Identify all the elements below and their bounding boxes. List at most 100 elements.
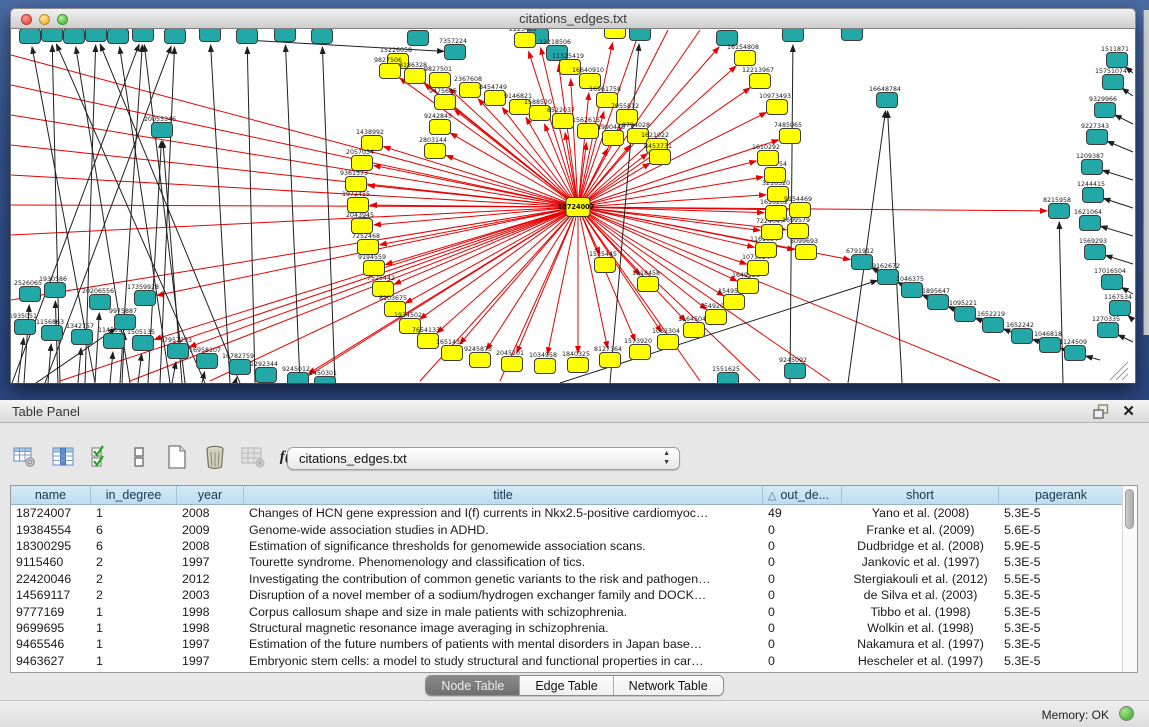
minimize-window-button[interactable] [39,14,50,25]
graph-node[interactable] [256,368,277,383]
zoom-window-button[interactable] [57,14,68,25]
graph-node[interactable] [135,291,156,306]
graph-node[interactable] [152,123,173,138]
graph-node[interactable] [738,279,759,294]
vertical-scrollbar[interactable] [1122,486,1137,672]
graph-node[interactable] [20,29,41,44]
graph-node[interactable] [1103,75,1124,90]
graph-node[interactable] [1065,346,1086,361]
graph-node[interactable] [785,364,806,379]
tab-node-table[interactable]: Node Table [426,676,520,695]
graph-node[interactable] [200,29,221,42]
graph-node[interactable] [1080,216,1101,231]
graph-node[interactable] [650,150,671,165]
graph-node[interactable] [405,69,426,84]
float-panel-icon[interactable] [1093,404,1109,419]
table-mode-icon[interactable] [12,444,38,470]
graph-node[interactable] [230,360,251,375]
graph-node[interactable] [90,295,111,310]
table-row[interactable]: 969969511998Structural magnetic resonanc… [11,620,1137,636]
graph-node[interactable] [767,100,788,115]
close-window-button[interactable] [21,14,32,25]
graph-node[interactable] [758,151,779,166]
graph-node[interactable] [748,261,769,276]
graph-node[interactable] [275,29,296,42]
graph-node[interactable] [756,243,777,258]
graph-node[interactable] [735,51,756,66]
graph-node[interactable] [460,83,481,98]
graph-node[interactable] [168,344,189,359]
graph-node[interactable] [502,357,523,372]
graph-node[interactable] [1087,130,1108,145]
graph-node[interactable] [790,203,811,218]
graph-node[interactable] [765,168,786,183]
graph-node[interactable] [358,240,379,255]
graph-node[interactable] [796,245,817,260]
graph-node[interactable] [1012,329,1033,344]
create-new-column-icon[interactable] [164,444,190,470]
graph-node[interactable] [1082,160,1103,175]
graph-node[interactable] [133,29,154,42]
graph-node[interactable] [706,310,727,325]
graph-node[interactable] [783,29,804,42]
graph-node[interactable] [133,336,154,351]
graph-node[interactable] [902,283,923,298]
citation-network-graph[interactable]: 2093791194055725856531848355809977120691… [11,29,1135,383]
graph-node[interactable] [553,114,574,129]
graph-node[interactable] [1049,204,1070,219]
table-row[interactable]: 1456911722003Disruption of a novel membe… [11,587,1137,603]
show-columns-icon[interactable] [50,444,76,470]
column-header-short[interactable]: short [842,486,999,504]
graph-node[interactable] [955,307,976,322]
graph-node[interactable] [724,295,745,310]
graph-node[interactable] [470,353,491,368]
graph-node[interactable] [15,320,36,335]
graph-node[interactable] [165,29,186,44]
column-header-in_degree[interactable]: in_degree [91,486,177,504]
graph-node[interactable] [197,354,218,369]
table-select-dropdown[interactable]: citations_edges.txt ▲▼ [287,447,680,470]
graph-node[interactable] [104,334,125,349]
table-row[interactable]: 2242004622012Investigating the contribut… [11,571,1137,587]
graph-node[interactable] [780,129,801,144]
scrollbar-thumb[interactable] [1125,489,1134,529]
graph-node[interactable] [380,64,401,79]
graph-node[interactable] [364,261,385,276]
graph-node[interactable] [346,177,367,192]
graph-node[interactable] [515,33,536,48]
tab-network-table[interactable]: Network Table [614,676,723,695]
column-header-year[interactable]: year [177,486,244,504]
graph-node[interactable] [1040,338,1061,353]
tab-edge-table[interactable]: Edge Table [520,676,613,695]
graph-node[interactable] [45,283,66,298]
graph-node[interactable] [718,373,739,384]
graph-node[interactable] [64,29,85,44]
graph-node[interactable] [86,29,107,42]
table-row[interactable]: 946362711997Embryonic stem cells: a mode… [11,653,1137,669]
column-header-out_de[interactable]: △out_de... [763,486,842,504]
graph-node[interactable] [603,131,624,146]
graph-node[interactable] [1085,245,1106,260]
graph-node[interactable] [445,45,466,60]
graph-node[interactable] [1083,188,1104,203]
table-panel-titlebar[interactable]: Table Panel ✕ [0,400,1149,423]
table-row[interactable]: 1872400712008Changes of HCN gene express… [11,505,1137,521]
graph-node[interactable] [1107,53,1128,68]
graph-node[interactable] [20,287,41,302]
graph-node[interactable] [1110,301,1131,316]
graph-node[interactable] [605,29,626,39]
graph-node[interactable] [352,156,373,171]
graph-node[interactable] [115,315,136,330]
graph-node[interactable] [425,144,446,159]
network-window-titlebar[interactable]: citations_edges.txt [10,8,1136,29]
select-columns-icon[interactable] [88,444,114,470]
graph-node[interactable] [108,29,129,44]
column-header-name[interactable]: name [11,486,91,504]
graph-node[interactable] [684,323,705,338]
close-panel-icon[interactable]: ✕ [1122,402,1135,420]
graph-node[interactable] [762,225,783,240]
table-row[interactable]: 911546021997Tourette syndrome. Phenomeno… [11,554,1137,570]
node-table[interactable]: namein_degreeyeartitle△out_de...shortpag… [10,485,1138,673]
graph-node[interactable] [442,346,463,361]
row-height-icon[interactable] [126,444,152,470]
